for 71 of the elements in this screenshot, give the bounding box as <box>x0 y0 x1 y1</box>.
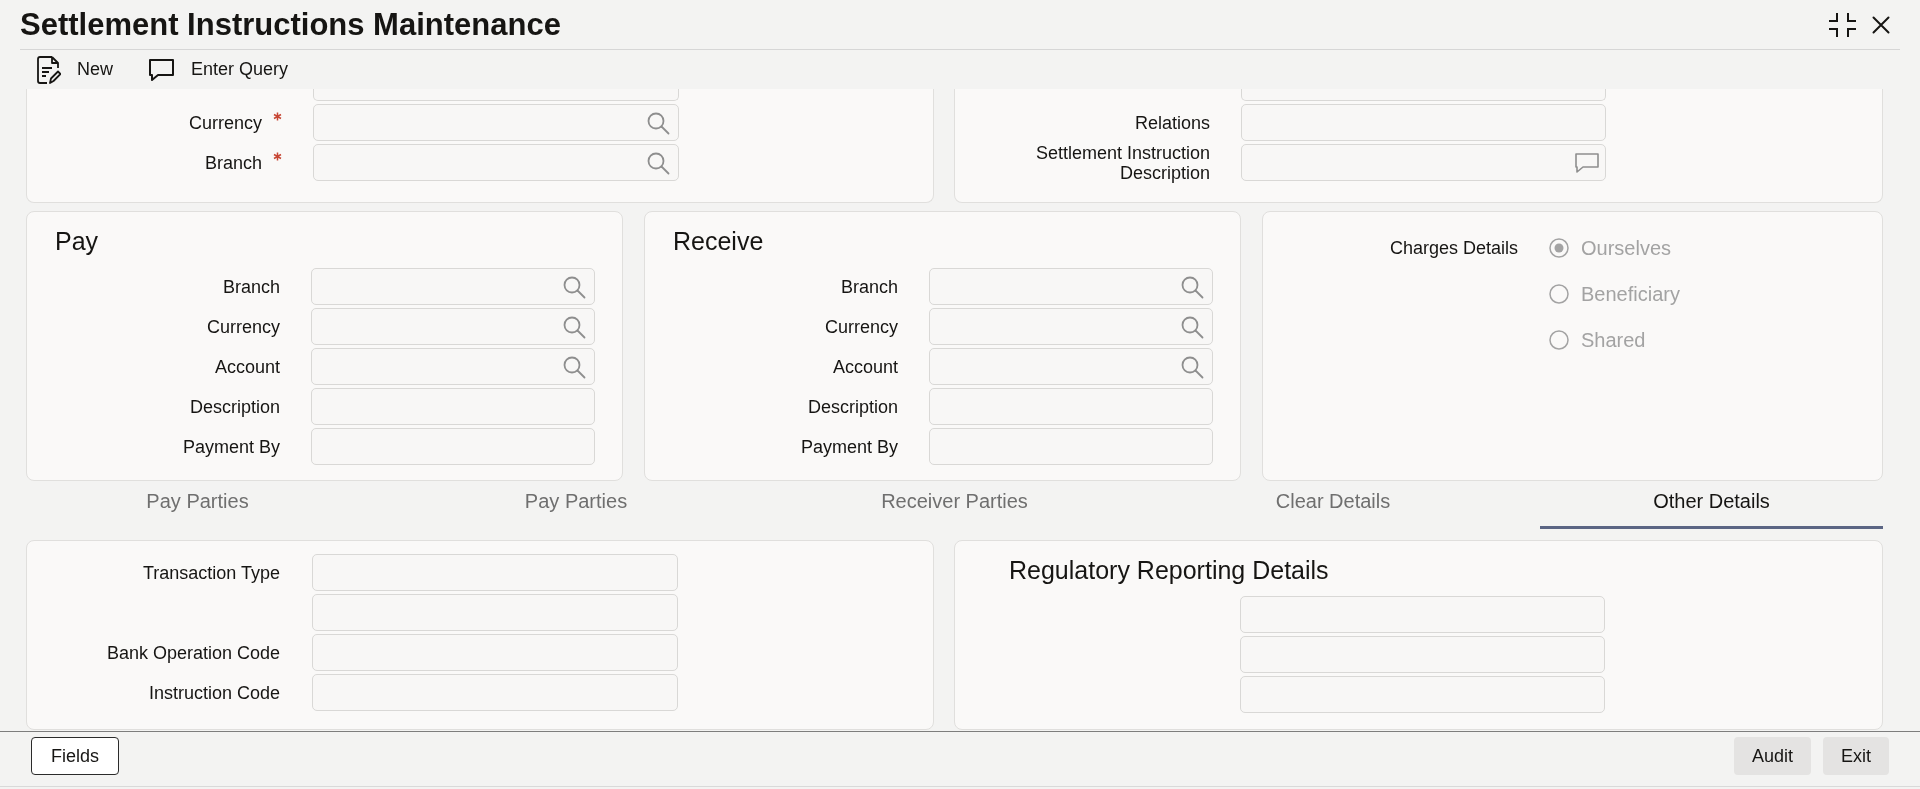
input-field[interactable] <box>311 268 595 305</box>
input-field[interactable] <box>313 104 679 141</box>
window-title: Settlement Instructions Maintenance <box>20 5 561 44</box>
input-field[interactable] <box>312 674 678 711</box>
field-label: Payment By <box>182 436 280 457</box>
search-icon[interactable] <box>1180 354 1204 379</box>
field-label: Description <box>189 396 280 417</box>
speech-bubble-icon <box>148 57 175 82</box>
option-label: Shared <box>1581 328 1646 353</box>
search-icon[interactable] <box>562 354 586 379</box>
input-field[interactable] <box>1241 144 1606 181</box>
input-field[interactable] <box>1240 676 1605 713</box>
tab[interactable]: Pay Parties <box>404 481 748 529</box>
input-field[interactable] <box>312 554 678 591</box>
input-field[interactable] <box>312 634 678 671</box>
field-label: Transaction Type <box>142 562 280 583</box>
input-field[interactable] <box>311 348 595 385</box>
input-field[interactable] <box>313 144 679 181</box>
tab[interactable]: Clear Details <box>1161 481 1505 529</box>
field-label: Branch <box>204 152 262 173</box>
footer-button[interactable]: Audit <box>1733 737 1811 775</box>
input-field[interactable] <box>929 348 1213 385</box>
close-icon[interactable] <box>1872 15 1890 34</box>
tab[interactable]: Other Details <box>1540 481 1883 529</box>
input-field[interactable] <box>1241 104 1606 141</box>
option-label: Beneficiary <box>1581 282 1680 307</box>
input-field[interactable] <box>311 308 595 345</box>
field-label: Relations <box>1134 112 1210 133</box>
input-field[interactable] <box>929 388 1213 425</box>
search-icon[interactable] <box>646 150 670 175</box>
input-field[interactable] <box>929 308 1213 345</box>
footer-button[interactable]: Exit <box>1823 737 1889 775</box>
field-label: Charges Details <box>1389 237 1518 260</box>
field-label: Settlement Instruction Description <box>1034 142 1210 183</box>
tab[interactable]: Pay Parties <box>26 481 369 529</box>
footer-button[interactable]: Fields <box>31 737 119 775</box>
input-field[interactable] <box>1241 89 1606 101</box>
field-label: Branch <box>222 276 280 297</box>
input-field[interactable] <box>929 428 1213 465</box>
section-heading: Receive <box>673 226 764 257</box>
option-label: Ourselves <box>1581 236 1672 261</box>
search-icon[interactable] <box>1180 274 1204 299</box>
input-field[interactable] <box>929 268 1213 305</box>
search-icon[interactable] <box>562 274 586 299</box>
field-label: Currency <box>206 316 280 337</box>
query-button[interactable]: Enter Query <box>148 52 289 87</box>
collapse-icon[interactable] <box>1828 11 1857 38</box>
section-heading: Pay <box>55 226 99 257</box>
search-icon[interactable] <box>646 110 670 135</box>
field-label: Account <box>832 356 898 377</box>
tab[interactable]: Receiver Parties <box>783 481 1126 529</box>
speech-bubble-icon[interactable] <box>1574 151 1600 174</box>
field-label: Currency <box>188 112 262 133</box>
input-field[interactable] <box>311 428 595 465</box>
document-edit-icon <box>37 55 61 84</box>
field-label: Description <box>807 396 898 417</box>
input-field[interactable] <box>1240 596 1605 633</box>
new-button[interactable]: New <box>37 52 113 87</box>
search-icon[interactable] <box>1180 314 1204 339</box>
input-field[interactable] <box>311 388 595 425</box>
field-label: Account <box>214 356 280 377</box>
field-label: Bank Operation Code <box>106 642 280 663</box>
input-field[interactable] <box>312 594 678 631</box>
field-label: Branch <box>840 276 898 297</box>
field-label: Payment By <box>800 436 898 457</box>
field-label: Currency <box>824 316 898 337</box>
search-icon[interactable] <box>562 314 586 339</box>
input-field[interactable] <box>1240 636 1605 673</box>
field-label: Instruction Code <box>148 682 280 703</box>
input-field[interactable] <box>313 89 679 101</box>
section-heading: Regulatory Reporting Details <box>1009 555 1329 586</box>
